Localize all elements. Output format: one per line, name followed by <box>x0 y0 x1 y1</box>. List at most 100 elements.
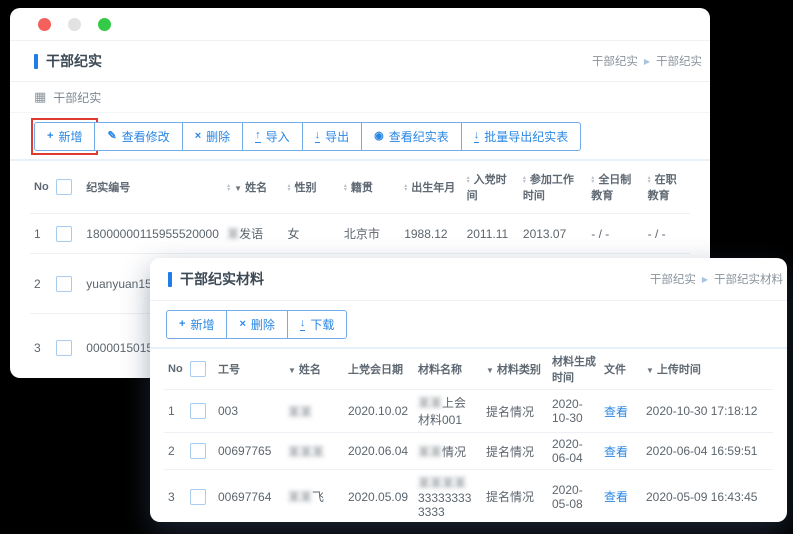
button-label: 新增 <box>58 128 82 145</box>
add-button[interactable]: + 新增 <box>166 310 227 339</box>
table-cell: 2020-06-04 <box>548 433 600 470</box>
column-label: 全日制教育 <box>591 174 631 202</box>
table-cell: 北京市 <box>340 214 400 254</box>
page-title: 干部纪实 <box>46 51 102 71</box>
breadcrumb: 干部纪实 ▶ 干部纪实材料 <box>650 271 783 287</box>
redacted-text: 某某某某 <box>418 476 466 490</box>
filter-icon: ▼ <box>234 184 242 193</box>
add-button[interactable]: +新增 <box>34 122 95 151</box>
button-label: 新增 <box>190 316 214 333</box>
table-cell: 00697764 <box>214 470 284 523</box>
export-button[interactable]: ↓导出 <box>303 122 363 151</box>
button-label: 删除 <box>251 316 275 333</box>
column-header-上党会日期: 上党会日期 <box>344 349 414 390</box>
select-all-checkbox[interactable] <box>190 361 206 377</box>
column-header-材料类别[interactable]: ▼材料类别 <box>482 349 548 390</box>
row-checkbox[interactable] <box>56 276 72 292</box>
breadcrumb-parent[interactable]: 干部纪实 <box>650 271 696 287</box>
column-label: No <box>168 363 183 375</box>
table-cell: 2020-10-30 17:18:12 <box>642 390 773 433</box>
import-button[interactable]: ↑导入 <box>243 122 303 151</box>
column-label: 文件 <box>604 364 626 376</box>
column-header-在职教育[interactable]: ▴▾在职教育 <box>644 161 690 214</box>
breadcrumb-current: 干部纪实材料 <box>714 271 783 287</box>
breadcrumb-current: 干部纪实 <box>656 53 702 69</box>
title-accent-bar <box>168 272 172 287</box>
column-label: 姓名 <box>245 182 267 194</box>
redacted-text: 某某 <box>288 490 312 504</box>
column-label: 材料生成时间 <box>552 356 596 384</box>
row-checkbox[interactable] <box>190 443 206 459</box>
redacted-text: 某 <box>227 227 239 241</box>
column-header-姓名[interactable]: ▼姓名 <box>284 349 344 390</box>
select-all-checkbox[interactable] <box>56 179 72 195</box>
breadcrumb-parent[interactable]: 干部纪实 <box>592 53 638 69</box>
row-number: 2 <box>30 254 52 314</box>
button-label: 下载 <box>310 316 334 333</box>
column-header-全日制教育[interactable]: ▴▾全日制教育 <box>587 161 643 214</box>
column-header-姓名[interactable]: ▴▾▼姓名 <box>223 161 283 214</box>
column-header-参加工作时间[interactable]: ▴▾参加工作时间 <box>519 161 587 214</box>
table-cell: 某某 <box>284 390 344 433</box>
row-checkbox[interactable] <box>190 403 206 419</box>
column-label: 出生年月 <box>411 182 455 194</box>
table-cell: 某某飞 <box>284 470 344 523</box>
table-row: 300697764某某飞2020.05.09某某某某333333333333提名… <box>164 470 773 523</box>
title-accent-bar <box>34 54 38 69</box>
redacted-text: 某某 <box>418 445 442 459</box>
view-edit-button[interactable]: ✎查看修改 <box>95 122 182 151</box>
edit-icon: ✎ <box>107 131 116 142</box>
cadre-materials-table: No工号▼姓名上党会日期材料名称▼材料类别材料生成时间文件▼上传时间1003某某… <box>164 349 773 522</box>
table-cell: 1988.12 <box>400 214 462 254</box>
header-cell <box>186 349 214 390</box>
eye-icon: ◉ <box>374 131 384 142</box>
delete-button[interactable]: ×删除 <box>183 122 243 151</box>
delete-button[interactable]: ×删除 <box>227 310 287 339</box>
column-header-文件: 文件 <box>600 349 642 390</box>
column-header-性别[interactable]: ▴▾性别 <box>284 161 340 214</box>
cell-text: 发语 <box>239 227 263 241</box>
sort-icon: ▴▾ <box>467 176 470 184</box>
table-cell: 某某某某333333333333 <box>414 470 482 523</box>
table-cell: 某发语 <box>223 214 283 254</box>
cadre-materials-window: 干部纪实材料 干部纪实 ▶ 干部纪实材料 +新增×删除↓下载 No工号▼姓名上党… <box>150 258 787 522</box>
column-label: 入党时间 <box>467 174 507 202</box>
row-checkbox[interactable] <box>56 226 72 242</box>
table-cell: 2020.10.02 <box>344 390 414 433</box>
sort-icon: ▴▾ <box>344 184 347 192</box>
table-cell: 某某情况 <box>414 433 482 470</box>
minimize-button[interactable] <box>68 18 81 31</box>
download-button[interactable]: ↓下载 <box>288 310 348 339</box>
view-link[interactable]: 查看 <box>604 445 628 459</box>
view-link[interactable]: 查看 <box>604 490 628 504</box>
table-cell: 2011.11 <box>463 214 519 254</box>
row-checkbox[interactable] <box>190 489 206 505</box>
column-header-入党时间[interactable]: ▴▾入党时间 <box>463 161 519 214</box>
close-button[interactable] <box>38 18 51 31</box>
table-cell: 某某某 <box>284 433 344 470</box>
maximize-button[interactable] <box>98 18 111 31</box>
sort-icon: ▴▾ <box>523 176 526 184</box>
table-header-row: No纪实编号▴▾▼姓名▴▾性别▴▾籍贯▴▾出生年月▴▾入党时间▴▾参加工作时间▴… <box>30 161 690 214</box>
view-record-sheet-button[interactable]: ◉ 查看纪实表 <box>362 122 462 151</box>
column-label: 纪实编号 <box>86 182 130 194</box>
button-label: 查看纪实表 <box>389 128 449 145</box>
sort-icon: ▴▾ <box>648 176 651 184</box>
row-checkbox[interactable] <box>56 340 72 356</box>
redacted-text: 某某 <box>288 405 312 419</box>
table-header-row: No工号▼姓名上党会日期材料名称▼材料类别材料生成时间文件▼上传时间 <box>164 349 773 390</box>
table-cell: 查看 <box>600 470 642 523</box>
column-header-上传时间[interactable]: ▼上传时间 <box>642 349 773 390</box>
plus-icon: + <box>179 319 185 330</box>
column-header-材料名称: 材料名称 <box>414 349 482 390</box>
view-link[interactable]: 查看 <box>604 405 628 419</box>
batch-export-sheet-button[interactable]: ↓批量导出纪实表 <box>462 122 582 151</box>
column-header-籍贯[interactable]: ▴▾籍贯 <box>340 161 400 214</box>
sort-icon: ▴▾ <box>288 184 291 192</box>
table-cell: - / - <box>587 214 643 254</box>
table-row: 200697765某某某2020.06.04某某情况提名情况2020-06-04… <box>164 433 773 470</box>
download-icon: ↓ <box>474 130 480 143</box>
column-label: 在职教育 <box>648 174 677 202</box>
column-header-出生年月[interactable]: ▴▾出生年月 <box>400 161 462 214</box>
table-cell: 查看 <box>600 390 642 433</box>
